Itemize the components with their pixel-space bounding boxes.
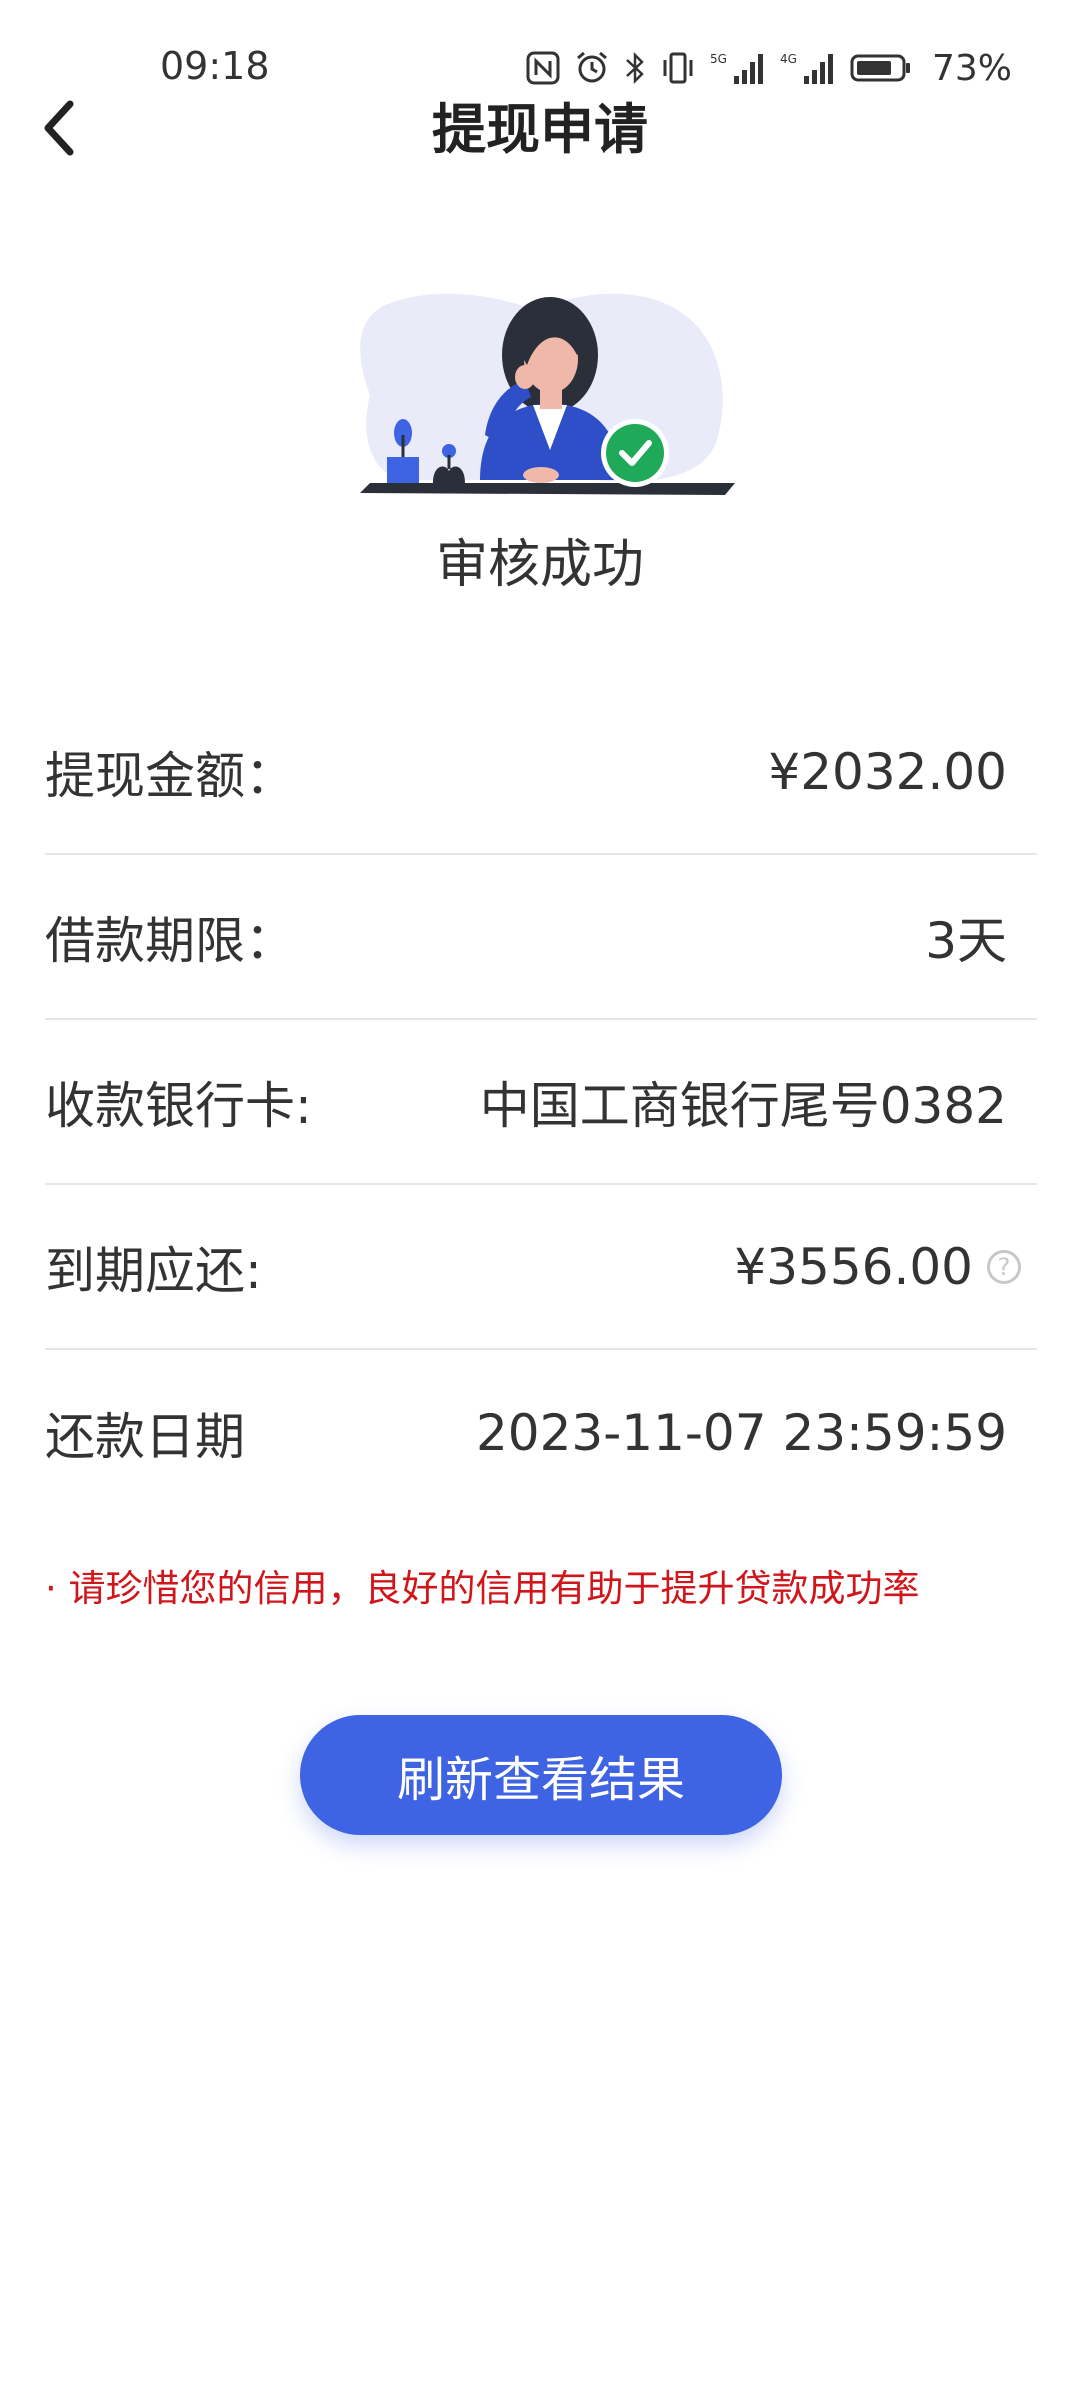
detail-label: 借款期限： xyxy=(45,911,295,970)
repay-date-value: 2023-11-07 23:59:59 xyxy=(475,1403,1007,1462)
due-amount-value: ¥3556.00 xyxy=(734,1237,973,1296)
detail-label: 到期应还: xyxy=(45,1241,262,1300)
detail-row-bank-card: 收款银行卡: 中国工商银行尾号0382 xyxy=(45,1020,1037,1185)
detail-value: ¥3556.00 ? xyxy=(734,1237,1021,1296)
detail-label: 收款银行卡: xyxy=(45,1076,312,1135)
success-illustration xyxy=(345,285,735,500)
page-title: 提现申请 xyxy=(432,98,648,161)
detail-label: 提现金额： xyxy=(45,746,295,805)
detail-row-term: 借款期限： 3天 xyxy=(45,855,1037,1020)
svg-text:4G: 4G xyxy=(780,52,797,66)
question-circle-icon[interactable]: ? xyxy=(987,1249,1021,1284)
svg-text:5G: 5G xyxy=(710,52,727,66)
detail-value: 3天 xyxy=(925,901,1007,973)
detail-row-amount: 提现金额： ¥2032.00 xyxy=(45,690,1037,855)
amount-value: ¥2032.00 xyxy=(768,742,1007,801)
refresh-result-button[interactable]: 刷新查看结果 xyxy=(300,1715,782,1835)
detail-value: 中国工商银行尾号0382 xyxy=(480,1066,1007,1138)
detail-row-repay-date: 还款日期 2023-11-07 23:59:59 xyxy=(45,1350,1037,1515)
credit-notice: · 请珍惜您的信用，良好的信用有助于提升贷款成功率 xyxy=(45,1567,920,1610)
detail-row-due-amount: 到期应还: ¥3556.00 ? xyxy=(45,1185,1037,1350)
header: 提现申请 xyxy=(0,80,1080,180)
withdrawal-details: 提现金额： ¥2032.00 借款期限： 3天 收款银行卡: 中国工商银行尾号0… xyxy=(45,690,1037,1515)
detail-label: 还款日期 xyxy=(45,1407,245,1466)
detail-value: ¥2032.00 xyxy=(768,743,1007,801)
detail-value: 2023-11-07 23:59:59 xyxy=(476,1404,1007,1462)
bank-card-value: 中国工商银行尾号0382 xyxy=(479,1076,1007,1135)
result-status-text: 审核成功 xyxy=(435,535,644,595)
term-value: 3天 xyxy=(925,911,1007,970)
